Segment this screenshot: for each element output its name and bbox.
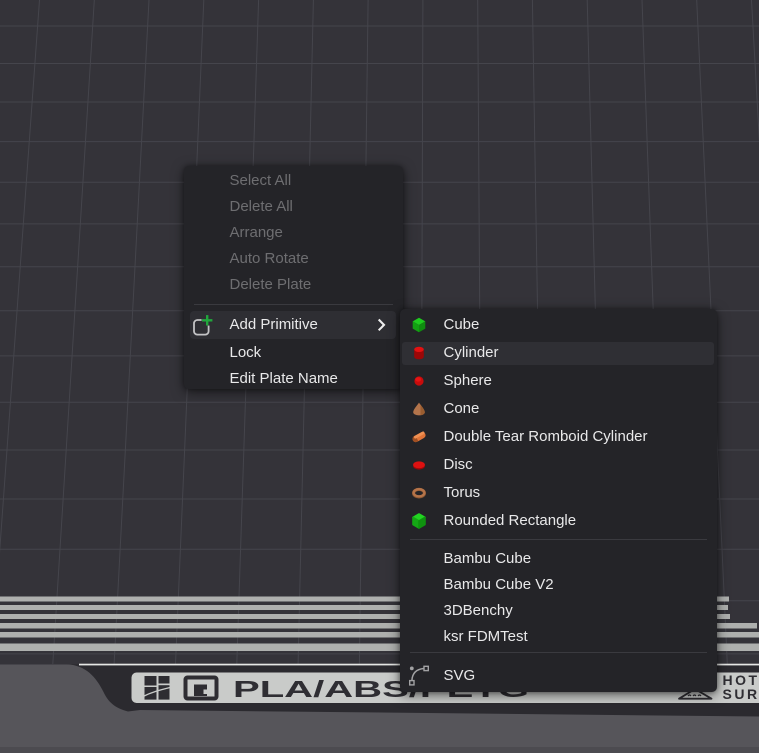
svg-text:SURF: SURF — [723, 686, 759, 702]
